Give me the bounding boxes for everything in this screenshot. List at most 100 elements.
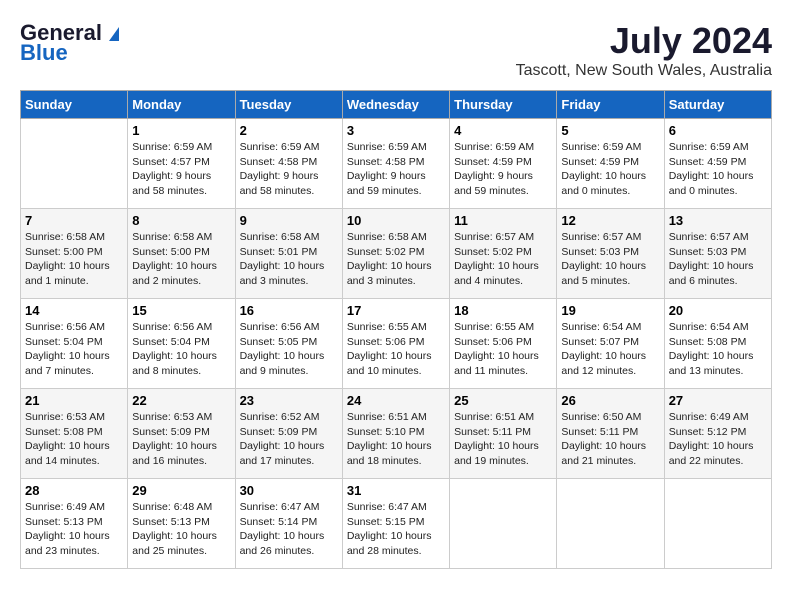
header-cell-monday: Monday (128, 91, 235, 119)
day-number: 9 (240, 213, 338, 228)
header-row: SundayMondayTuesdayWednesdayThursdayFrid… (21, 91, 772, 119)
day-info: Sunrise: 6:51 AM Sunset: 5:10 PM Dayligh… (347, 410, 445, 469)
day-info: Sunrise: 6:56 AM Sunset: 5:04 PM Dayligh… (132, 320, 230, 379)
day-number: 21 (25, 393, 123, 408)
day-number: 10 (347, 213, 445, 228)
day-number: 27 (669, 393, 767, 408)
day-number: 26 (561, 393, 659, 408)
day-info: Sunrise: 6:59 AM Sunset: 4:59 PM Dayligh… (454, 140, 552, 199)
day-number: 16 (240, 303, 338, 318)
header-cell-wednesday: Wednesday (342, 91, 449, 119)
day-cell: 27 Sunrise: 6:49 AM Sunset: 5:12 PM Dayli… (664, 389, 771, 479)
header-cell-sunday: Sunday (21, 91, 128, 119)
day-cell: 28 Sunrise: 6:49 AM Sunset: 5:13 PM Dayli… (21, 479, 128, 569)
day-info: Sunrise: 6:55 AM Sunset: 5:06 PM Dayligh… (454, 320, 552, 379)
day-cell: 21 Sunrise: 6:53 AM Sunset: 5:08 PM Dayli… (21, 389, 128, 479)
day-number: 15 (132, 303, 230, 318)
day-info: Sunrise: 6:49 AM Sunset: 5:12 PM Dayligh… (669, 410, 767, 469)
day-info: Sunrise: 6:53 AM Sunset: 5:09 PM Dayligh… (132, 410, 230, 469)
day-number: 12 (561, 213, 659, 228)
day-cell: 11Sunrise: 6:57 AM Sunset: 5:02 PM Dayli… (450, 209, 557, 299)
day-info: Sunrise: 6:59 AM Sunset: 4:58 PM Dayligh… (347, 140, 445, 199)
day-number: 29 (132, 483, 230, 498)
day-number: 23 (240, 393, 338, 408)
day-info: Sunrise: 6:52 AM Sunset: 5:09 PM Dayligh… (240, 410, 338, 469)
day-cell: 8 Sunrise: 6:58 AM Sunset: 5:00 PM Daylig… (128, 209, 235, 299)
day-cell: 19Sunrise: 6:54 AM Sunset: 5:07 PM Dayli… (557, 299, 664, 389)
logo-blue-text: Blue (20, 40, 68, 66)
month-title: July 2024 (516, 20, 772, 62)
page-header: General Blue July 2024 Tascott, New Sout… (20, 20, 772, 80)
day-number: 1 (132, 123, 230, 138)
day-number: 5 (561, 123, 659, 138)
day-info: Sunrise: 6:51 AM Sunset: 5:11 PM Dayligh… (454, 410, 552, 469)
day-cell: 14 Sunrise: 6:56 AM Sunset: 5:04 PM Dayli… (21, 299, 128, 389)
day-info: Sunrise: 6:59 AM Sunset: 4:57 PM Dayligh… (132, 140, 230, 199)
day-info: Sunrise: 6:59 AM Sunset: 4:58 PM Dayligh… (240, 140, 338, 199)
day-cell: 20 Sunrise: 6:54 AM Sunset: 5:08 PM Dayli… (664, 299, 771, 389)
day-number: 11 (454, 213, 552, 228)
day-number: 7 (25, 213, 123, 228)
day-info: Sunrise: 6:59 AM Sunset: 4:59 PM Dayligh… (561, 140, 659, 199)
title-area: July 2024 Tascott, New South Wales, Aust… (516, 20, 772, 80)
logo-icon (104, 23, 124, 43)
day-cell (664, 479, 771, 569)
day-number: 18 (454, 303, 552, 318)
day-info: Sunrise: 6:58 AM Sunset: 5:00 PM Dayligh… (132, 230, 230, 289)
day-cell: 2 Sunrise: 6:59 AM Sunset: 4:58 PM Daylig… (235, 119, 342, 209)
header-cell-saturday: Saturday (664, 91, 771, 119)
day-number: 14 (25, 303, 123, 318)
day-info: Sunrise: 6:50 AM Sunset: 5:11 PM Dayligh… (561, 410, 659, 469)
day-info: Sunrise: 6:57 AM Sunset: 5:03 PM Dayligh… (561, 230, 659, 289)
day-cell: 26 Sunrise: 6:50 AM Sunset: 5:11 PM Dayli… (557, 389, 664, 479)
day-info: Sunrise: 6:58 AM Sunset: 5:01 PM Dayligh… (240, 230, 338, 289)
day-cell: 16Sunrise: 6:56 AM Sunset: 5:05 PM Dayli… (235, 299, 342, 389)
logo: General Blue (20, 20, 124, 66)
day-number: 3 (347, 123, 445, 138)
week-row-5: 28 Sunrise: 6:49 AM Sunset: 5:13 PM Dayli… (21, 479, 772, 569)
day-cell: 15 Sunrise: 6:56 AM Sunset: 5:04 PM Dayli… (128, 299, 235, 389)
day-info: Sunrise: 6:56 AM Sunset: 5:04 PM Dayligh… (25, 320, 123, 379)
day-info: Sunrise: 6:57 AM Sunset: 5:03 PM Dayligh… (669, 230, 767, 289)
calendar-body: 1 Sunrise: 6:59 AM Sunset: 4:57 PM Daylig… (21, 119, 772, 569)
calendar-header: SundayMondayTuesdayWednesdayThursdayFrid… (21, 91, 772, 119)
day-cell (450, 479, 557, 569)
day-cell: 22 Sunrise: 6:53 AM Sunset: 5:09 PM Dayli… (128, 389, 235, 479)
week-row-2: 7 Sunrise: 6:58 AM Sunset: 5:00 PM Daylig… (21, 209, 772, 299)
day-info: Sunrise: 6:49 AM Sunset: 5:13 PM Dayligh… (25, 500, 123, 559)
header-cell-thursday: Thursday (450, 91, 557, 119)
day-number: 30 (240, 483, 338, 498)
day-number: 25 (454, 393, 552, 408)
day-info: Sunrise: 6:54 AM Sunset: 5:08 PM Dayligh… (669, 320, 767, 379)
day-number: 28 (25, 483, 123, 498)
day-info: Sunrise: 6:55 AM Sunset: 5:06 PM Dayligh… (347, 320, 445, 379)
day-cell: 18 Sunrise: 6:55 AM Sunset: 5:06 PM Dayli… (450, 299, 557, 389)
day-number: 20 (669, 303, 767, 318)
day-cell: 25 Sunrise: 6:51 AM Sunset: 5:11 PM Dayli… (450, 389, 557, 479)
day-info: Sunrise: 6:59 AM Sunset: 4:59 PM Dayligh… (669, 140, 767, 199)
day-cell: 9 Sunrise: 6:58 AM Sunset: 5:01 PM Daylig… (235, 209, 342, 299)
day-cell: 30 Sunrise: 6:47 AM Sunset: 5:14 PM Dayli… (235, 479, 342, 569)
day-number: 22 (132, 393, 230, 408)
day-info: Sunrise: 6:47 AM Sunset: 5:14 PM Dayligh… (240, 500, 338, 559)
day-cell: 4 Sunrise: 6:59 AM Sunset: 4:59 PM Daylig… (450, 119, 557, 209)
day-number: 13 (669, 213, 767, 228)
day-cell: 23 Sunrise: 6:52 AM Sunset: 5:09 PM Dayli… (235, 389, 342, 479)
day-cell: 31 Sunrise: 6:47 AM Sunset: 5:15 PM Dayli… (342, 479, 449, 569)
day-number: 24 (347, 393, 445, 408)
day-number: 8 (132, 213, 230, 228)
day-number: 19 (561, 303, 659, 318)
day-cell: 17Sunrise: 6:55 AM Sunset: 5:06 PM Dayli… (342, 299, 449, 389)
day-info: Sunrise: 6:58 AM Sunset: 5:02 PM Dayligh… (347, 230, 445, 289)
header-cell-tuesday: Tuesday (235, 91, 342, 119)
calendar-table: SundayMondayTuesdayWednesdayThursdayFrid… (20, 90, 772, 569)
day-number: 2 (240, 123, 338, 138)
day-cell: 7 Sunrise: 6:58 AM Sunset: 5:00 PM Daylig… (21, 209, 128, 299)
day-cell (21, 119, 128, 209)
day-number: 4 (454, 123, 552, 138)
day-info: Sunrise: 6:58 AM Sunset: 5:00 PM Dayligh… (25, 230, 123, 289)
day-info: Sunrise: 6:53 AM Sunset: 5:08 PM Dayligh… (25, 410, 123, 469)
day-cell: 24 Sunrise: 6:51 AM Sunset: 5:10 PM Dayli… (342, 389, 449, 479)
day-info: Sunrise: 6:47 AM Sunset: 5:15 PM Dayligh… (347, 500, 445, 559)
day-number: 31 (347, 483, 445, 498)
